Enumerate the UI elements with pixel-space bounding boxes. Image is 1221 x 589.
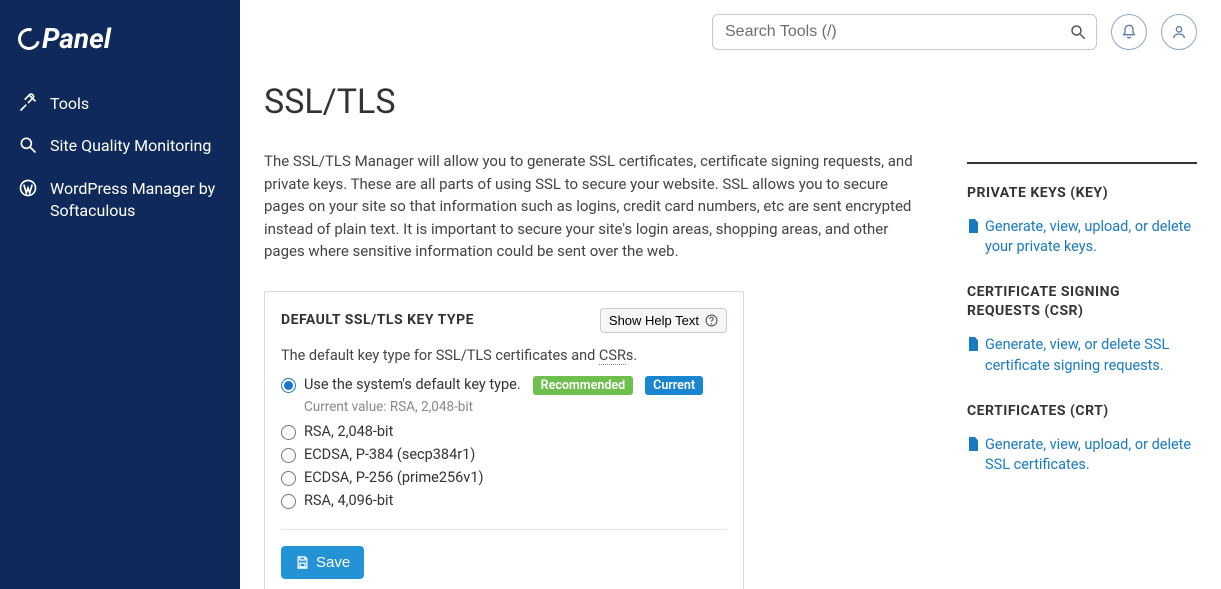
radio-rsa-2048[interactable]: [281, 425, 296, 440]
file-icon: [967, 219, 979, 258]
search-button[interactable]: [1063, 17, 1093, 47]
logo-icon: [14, 23, 44, 53]
main: SSL/TLS The SSL/TLS Manager will allow y…: [240, 0, 1221, 589]
search-icon: [1069, 23, 1087, 41]
question-icon: [705, 314, 718, 327]
right-column: PRIVATE KEYS (KEY) Generate, view, uploa…: [967, 162, 1197, 501]
left-column: The SSL/TLS Manager will allow you to ge…: [264, 150, 927, 589]
sidebar-item-wordpress[interactable]: WordPress Manager by Softaculous: [18, 168, 222, 233]
link-text: Generate, view, upload, or delete SSL ce…: [985, 435, 1197, 476]
current-value-text: Current value: RSA, 2,048-bit: [304, 399, 727, 415]
wordpress-icon: [18, 178, 38, 198]
show-help-button[interactable]: Show Help Text: [600, 308, 727, 333]
bell-icon: [1121, 24, 1137, 40]
help-button-label: Show Help Text: [609, 313, 699, 328]
option-label: RSA, 2,048-bit: [304, 423, 393, 440]
sidebar-item-tools[interactable]: Tools: [18, 83, 222, 125]
recommended-badge: Recommended: [533, 376, 634, 395]
sidebar-item-site-quality[interactable]: Site Quality Monitoring: [18, 125, 222, 167]
save-button-label: Save: [316, 554, 350, 571]
topbar: [240, 0, 1221, 64]
link-text: Generate, view, upload, or delete your p…: [985, 217, 1197, 258]
sidebar-item-label: WordPress Manager by Softaculous: [50, 178, 222, 223]
notifications-button[interactable]: [1111, 14, 1147, 50]
radio-ecdsa-p256[interactable]: [281, 471, 296, 486]
intro-text: The SSL/TLS Manager will allow you to ge…: [264, 150, 927, 263]
section-title-keys: PRIVATE KEYS (KEY): [967, 184, 1197, 203]
option-rsa-2048[interactable]: RSA, 2,048-bit: [281, 423, 727, 440]
current-badge: Current: [645, 376, 703, 395]
section-title-csr: CERTIFICATE SIGNING REQUESTS (CSR): [967, 283, 1197, 321]
sidebar: Panel Tools Site Quality Monitoring Word…: [0, 0, 240, 589]
radio-rsa-4096[interactable]: [281, 494, 296, 509]
search-input[interactable]: [712, 14, 1097, 50]
csr-abbr: CSR: [599, 347, 626, 365]
sidebar-item-label: Site Quality Monitoring: [50, 135, 211, 157]
file-icon: [967, 437, 979, 476]
option-label: ECDSA, P-256 (prime256v1): [304, 469, 484, 486]
wrench-icon: [18, 93, 38, 113]
file-icon: [967, 337, 979, 376]
radio-ecdsa-p384[interactable]: [281, 448, 296, 463]
option-label: ECDSA, P-384 (secp384r1): [304, 446, 475, 463]
divider: [281, 529, 727, 530]
magnifier-icon: [18, 135, 38, 155]
content: The SSL/TLS Manager will allow you to ge…: [240, 150, 1221, 589]
section-title-crt: CERTIFICATES (CRT): [967, 402, 1197, 421]
option-ecdsa-p384[interactable]: ECDSA, P-384 (secp384r1): [281, 446, 727, 463]
option-label: RSA, 4,096-bit: [304, 492, 393, 509]
link-crt[interactable]: Generate, view, upload, or delete SSL ce…: [967, 435, 1197, 476]
card-title: DEFAULT SSL/TLS KEY TYPE: [281, 312, 474, 328]
key-type-card: DEFAULT SSL/TLS KEY TYPE Show Help Text …: [264, 291, 744, 589]
card-desc-prefix: The default key type for SSL/TLS certifi…: [281, 347, 599, 364]
option-system-default[interactable]: Use the system's default key type. Recom…: [281, 376, 727, 395]
card-desc-suffix: s.: [626, 347, 637, 364]
option-rsa-4096[interactable]: RSA, 4,096-bit: [281, 492, 727, 509]
card-description: The default key type for SSL/TLS certifi…: [281, 347, 727, 364]
page-title: SSL/TLS: [264, 82, 1221, 122]
search-wrapper: [712, 14, 1097, 50]
account-button[interactable]: [1161, 14, 1197, 50]
link-csr[interactable]: Generate, view, or delete SSL certificat…: [967, 335, 1197, 376]
user-icon: [1171, 24, 1187, 40]
save-icon: [295, 555, 310, 570]
logo: Panel: [18, 22, 222, 55]
link-private-keys[interactable]: Generate, view, upload, or delete your p…: [967, 217, 1197, 258]
option-ecdsa-p256[interactable]: ECDSA, P-256 (prime256v1): [281, 469, 727, 486]
sidebar-item-label: Tools: [50, 93, 89, 115]
link-text: Generate, view, or delete SSL certificat…: [985, 335, 1197, 376]
logo-text: Panel: [42, 22, 111, 55]
option-label: Use the system's default key type.: [304, 376, 521, 393]
radio-system-default[interactable]: [281, 378, 296, 393]
save-button[interactable]: Save: [281, 546, 364, 579]
card-header: DEFAULT SSL/TLS KEY TYPE Show Help Text: [281, 308, 727, 333]
